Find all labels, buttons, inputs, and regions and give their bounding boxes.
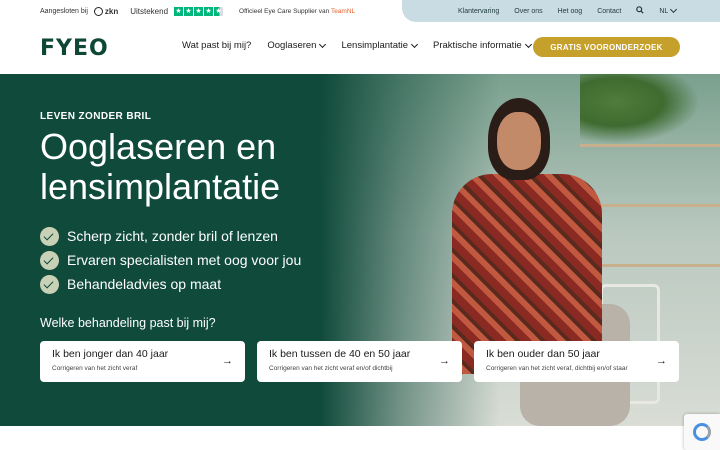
hero-headline: Ooglaseren en lensimplantatie xyxy=(40,126,281,207)
check-icon xyxy=(40,250,59,270)
nav-item-ooglaseren[interactable]: Ooglaseren xyxy=(267,40,327,51)
benefit-list: Scherp zicht, zonder bril of lenzen Erva… xyxy=(40,226,301,294)
topnav-item-over-ons[interactable]: Over ons xyxy=(514,8,542,15)
zkn-logo[interactable]: zkn xyxy=(93,6,118,16)
treatment-question: Welke behandeling past bij mij? xyxy=(40,316,216,330)
arrow-right-icon: → xyxy=(222,355,233,367)
cta-button[interactable]: GRATIS VOORONDERZOEK xyxy=(533,37,680,57)
trustpilot-stars[interactable]: ★ ★ ★ ★ ★ xyxy=(174,6,224,16)
main-header: FYEO Wat past bij mij? Ooglaseren Lensim… xyxy=(0,22,720,74)
nav-item-wat-past-bij-mij[interactable]: Wat past bij mij? xyxy=(182,40,251,51)
main-nav: Wat past bij mij? Ooglaseren Lensimplant… xyxy=(182,40,532,51)
age-card-40-50[interactable]: Ik ben tussen de 40 en 50 jaar Corrigere… xyxy=(257,341,462,382)
arrow-right-icon: → xyxy=(656,355,667,367)
age-card-over-50[interactable]: Ik ben ouder dan 50 jaar Corrigeren van … xyxy=(474,341,679,382)
logo[interactable]: FYEO xyxy=(40,36,109,61)
topnav-item-klantervaring[interactable]: Klantervaring xyxy=(458,8,499,15)
section-divider xyxy=(0,426,720,450)
chevron-down-icon xyxy=(524,40,532,48)
star-half-icon: ★ xyxy=(214,6,224,16)
age-cards: Ik ben jonger dan 40 jaar Corrigeren van… xyxy=(40,341,679,382)
check-icon xyxy=(40,274,59,294)
hero-eyebrow: LEVEN ZONDER BRIL xyxy=(40,111,152,122)
hero-section: LEVEN ZONDER BRIL Ooglaseren en lensimpl… xyxy=(0,74,720,426)
chevron-down-icon xyxy=(670,5,678,14)
benefit-item: Behandeladvies op maat xyxy=(40,274,301,294)
topnav-item-contact[interactable]: Contact xyxy=(597,8,621,15)
benefit-item: Ervaren specialisten met oog voor jou xyxy=(40,250,301,270)
chevron-down-icon xyxy=(319,40,327,48)
chevron-down-icon xyxy=(410,40,419,48)
search-icon[interactable] xyxy=(636,6,644,16)
supplier-text: Officieel Eye Care Supplier van TeamNL xyxy=(239,7,356,15)
age-card-under-40[interactable]: Ik ben jonger dan 40 jaar Corrigeren van… xyxy=(40,341,245,382)
affiliated-label: Aangesloten bij xyxy=(40,7,88,15)
topnav-item-het-oog[interactable]: Het oog xyxy=(558,8,583,15)
language-selector[interactable]: NL xyxy=(659,5,678,15)
person-face xyxy=(497,112,541,170)
check-icon xyxy=(40,226,59,246)
zkn-circle-icon xyxy=(93,6,103,16)
star-icon: ★ xyxy=(174,6,184,16)
star-icon: ★ xyxy=(204,6,214,16)
nav-item-lensimplantatie[interactable]: Lensimplantatie xyxy=(341,40,419,51)
benefit-item: Scherp zicht, zonder bril of lenzen xyxy=(40,226,301,246)
shelf-decoration xyxy=(580,144,720,147)
recaptcha-badge[interactable] xyxy=(684,414,720,450)
teamnl-link[interactable]: TeamNL xyxy=(331,8,355,15)
star-icon: ★ xyxy=(184,6,194,16)
utility-nav: Klantervaring Over ons Het oog Contact N… xyxy=(402,0,720,22)
recaptcha-icon xyxy=(693,423,711,441)
plant-decoration xyxy=(580,74,700,144)
nav-item-praktische-informatie[interactable]: Praktische informatie xyxy=(433,40,532,51)
trustpilot-rating-label: Uitstekend xyxy=(130,6,169,16)
star-icon: ★ xyxy=(194,6,204,16)
arrow-right-icon: → xyxy=(439,355,450,367)
